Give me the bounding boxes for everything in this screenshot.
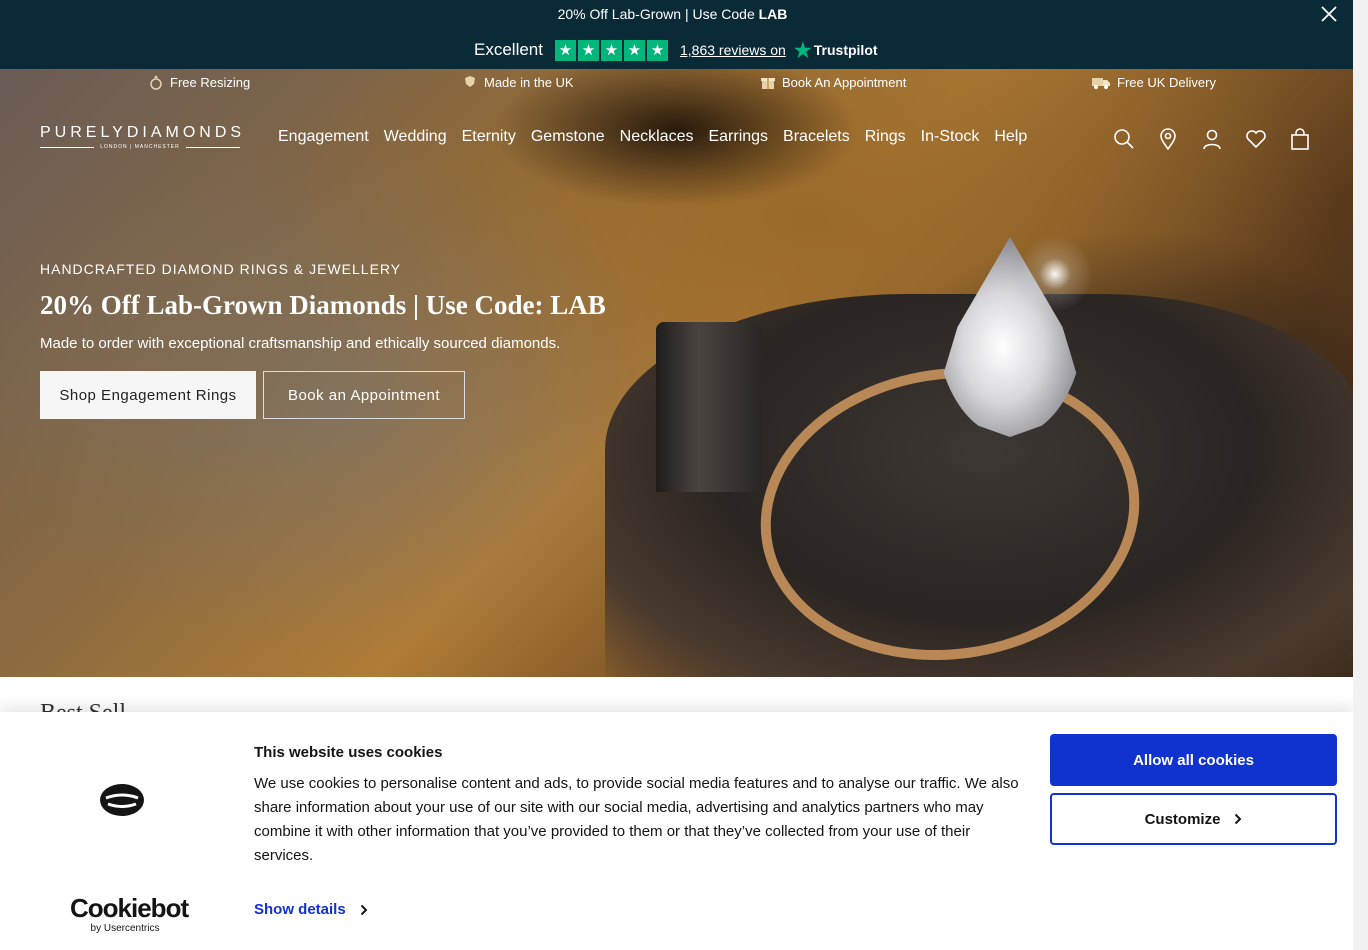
cookie-title: This website uses cookies — [254, 744, 443, 761]
promo-bar: 20% Off Lab-Grown | Use Code LAB Excelle… — [0, 0, 1353, 69]
nav-earrings[interactable]: Earrings — [708, 128, 768, 146]
star-icon: ★ — [623, 39, 645, 61]
nav-wedding[interactable]: Wedding — [384, 128, 447, 146]
trustpilot-star-icon: ★ — [793, 39, 812, 62]
book-appointment-button[interactable]: Book an Appointment — [263, 371, 465, 419]
logo-wordmark: PURELYDIAMONDS — [40, 124, 246, 141]
hero-eyebrow: HANDCRAFTED DIAMOND RINGS & JEWELLERY — [40, 261, 402, 277]
perk-label: Book An Appointment — [782, 74, 907, 90]
shopping-bag-icon[interactable] — [1289, 128, 1311, 150]
perk-label: Made in the UK — [484, 74, 574, 90]
logo-locations: LONDON | MANCHESTER — [100, 144, 180, 150]
star-icon: ★ — [554, 39, 576, 61]
promo-text: 20% Off Lab-Grown | Use Code LAB — [0, 6, 1345, 22]
allow-all-cookies-button[interactable]: Allow all cookies — [1050, 734, 1337, 786]
hero-image-post — [656, 322, 762, 492]
trustpilot-stars: ★ ★ ★ ★ ★ — [554, 39, 668, 61]
nav-engagement[interactable]: Engagement — [278, 128, 369, 146]
wishlist-heart-icon[interactable] — [1245, 128, 1267, 150]
nav-bracelets[interactable]: Bracelets — [783, 128, 850, 146]
cookiebot-brand: Cookiebot — [70, 893, 189, 923]
cookiebot-icon — [100, 784, 144, 816]
cookiebot-brand-sub: by Usercentrics — [90, 923, 160, 934]
nav-eternity[interactable]: Eternity — [462, 128, 516, 146]
promo-message: 20% Off Lab-Grown | Use Code — [557, 6, 759, 22]
delivery-truck-icon — [1092, 78, 1110, 89]
star-icon: ★ — [577, 39, 599, 61]
trustpilot-rating-label: Excellent — [474, 40, 543, 59]
customize-label: Customize — [1144, 810, 1221, 828]
customize-cookies-button[interactable]: Customize — [1050, 793, 1337, 845]
hero-image-sparkle — [1010, 229, 1100, 319]
site-logo[interactable]: PURELYDIAMONDS LONDON | MANCHESTER — [40, 124, 246, 150]
nav-help[interactable]: Help — [994, 128, 1027, 146]
cookie-banner: Cookiebot by Usercentrics This website u… — [0, 712, 1353, 950]
nav-in-stock[interactable]: In-Stock — [921, 128, 980, 146]
hero-subtext: Made to order with exceptional craftsman… — [40, 335, 561, 352]
shop-engagement-rings-button[interactable]: Shop Engagement Rings — [40, 371, 256, 419]
nav-rings[interactable]: Rings — [865, 128, 906, 146]
search-icon[interactable] — [1113, 128, 1135, 150]
chevron-right-icon — [1235, 813, 1242, 825]
star-icon: ★ — [600, 39, 622, 61]
chevron-right-icon — [360, 904, 368, 915]
perk-free-resizing[interactable]: Free Resizing — [148, 74, 250, 90]
perk-label: Free Resizing — [170, 74, 251, 90]
gift-box-icon — [761, 78, 775, 89]
trustpilot-widget[interactable]: Excellent ★ ★ ★ ★ ★ 1,863 reviews on ★ T… — [474, 38, 878, 62]
perks-bar: Free Resizing Made in the UK Book An App… — [0, 74, 1353, 94]
main-nav: Engagement Wedding Eternity Gemstone Nec… — [278, 128, 1027, 146]
nav-necklaces[interactable]: Necklaces — [620, 128, 694, 146]
hero-headline: 20% Off Lab-Grown Diamonds | Use Code: L… — [40, 290, 606, 320]
perk-label: Free UK Delivery — [1117, 74, 1216, 90]
perk-made-in-uk[interactable]: Made in the UK — [462, 74, 574, 90]
account-icon[interactable] — [1201, 128, 1223, 150]
perk-free-delivery[interactable]: Free UK Delivery — [1091, 74, 1216, 90]
show-details-link[interactable]: Show details — [254, 901, 368, 918]
location-pin-icon[interactable] — [1157, 128, 1179, 150]
trustpilot-brand: Trustpilot — [813, 42, 878, 58]
cookie-body: We use cookies to personalise content an… — [254, 775, 1019, 864]
ring-icon — [150, 75, 162, 90]
close-icon[interactable] — [1319, 4, 1339, 24]
uk-crest-icon — [465, 76, 475, 87]
page-scrollbar[interactable] — [1353, 0, 1368, 950]
show-details-label: Show details — [254, 901, 346, 918]
trustpilot-logo: ★ Trustpilot — [794, 38, 878, 63]
header-icons — [1113, 128, 1311, 150]
logo-subline: LONDON | MANCHESTER — [40, 144, 241, 150]
perk-book-appointment[interactable]: Book An Appointment — [760, 74, 906, 90]
trustpilot-reviews-link[interactable]: 1,863 reviews on — [680, 42, 786, 58]
star-icon: ★ — [646, 39, 668, 61]
cookiebot-logo: Cookiebot by Usercentrics — [70, 893, 189, 934]
nav-gemstone[interactable]: Gemstone — [531, 128, 605, 146]
promo-code: LAB — [758, 6, 788, 22]
